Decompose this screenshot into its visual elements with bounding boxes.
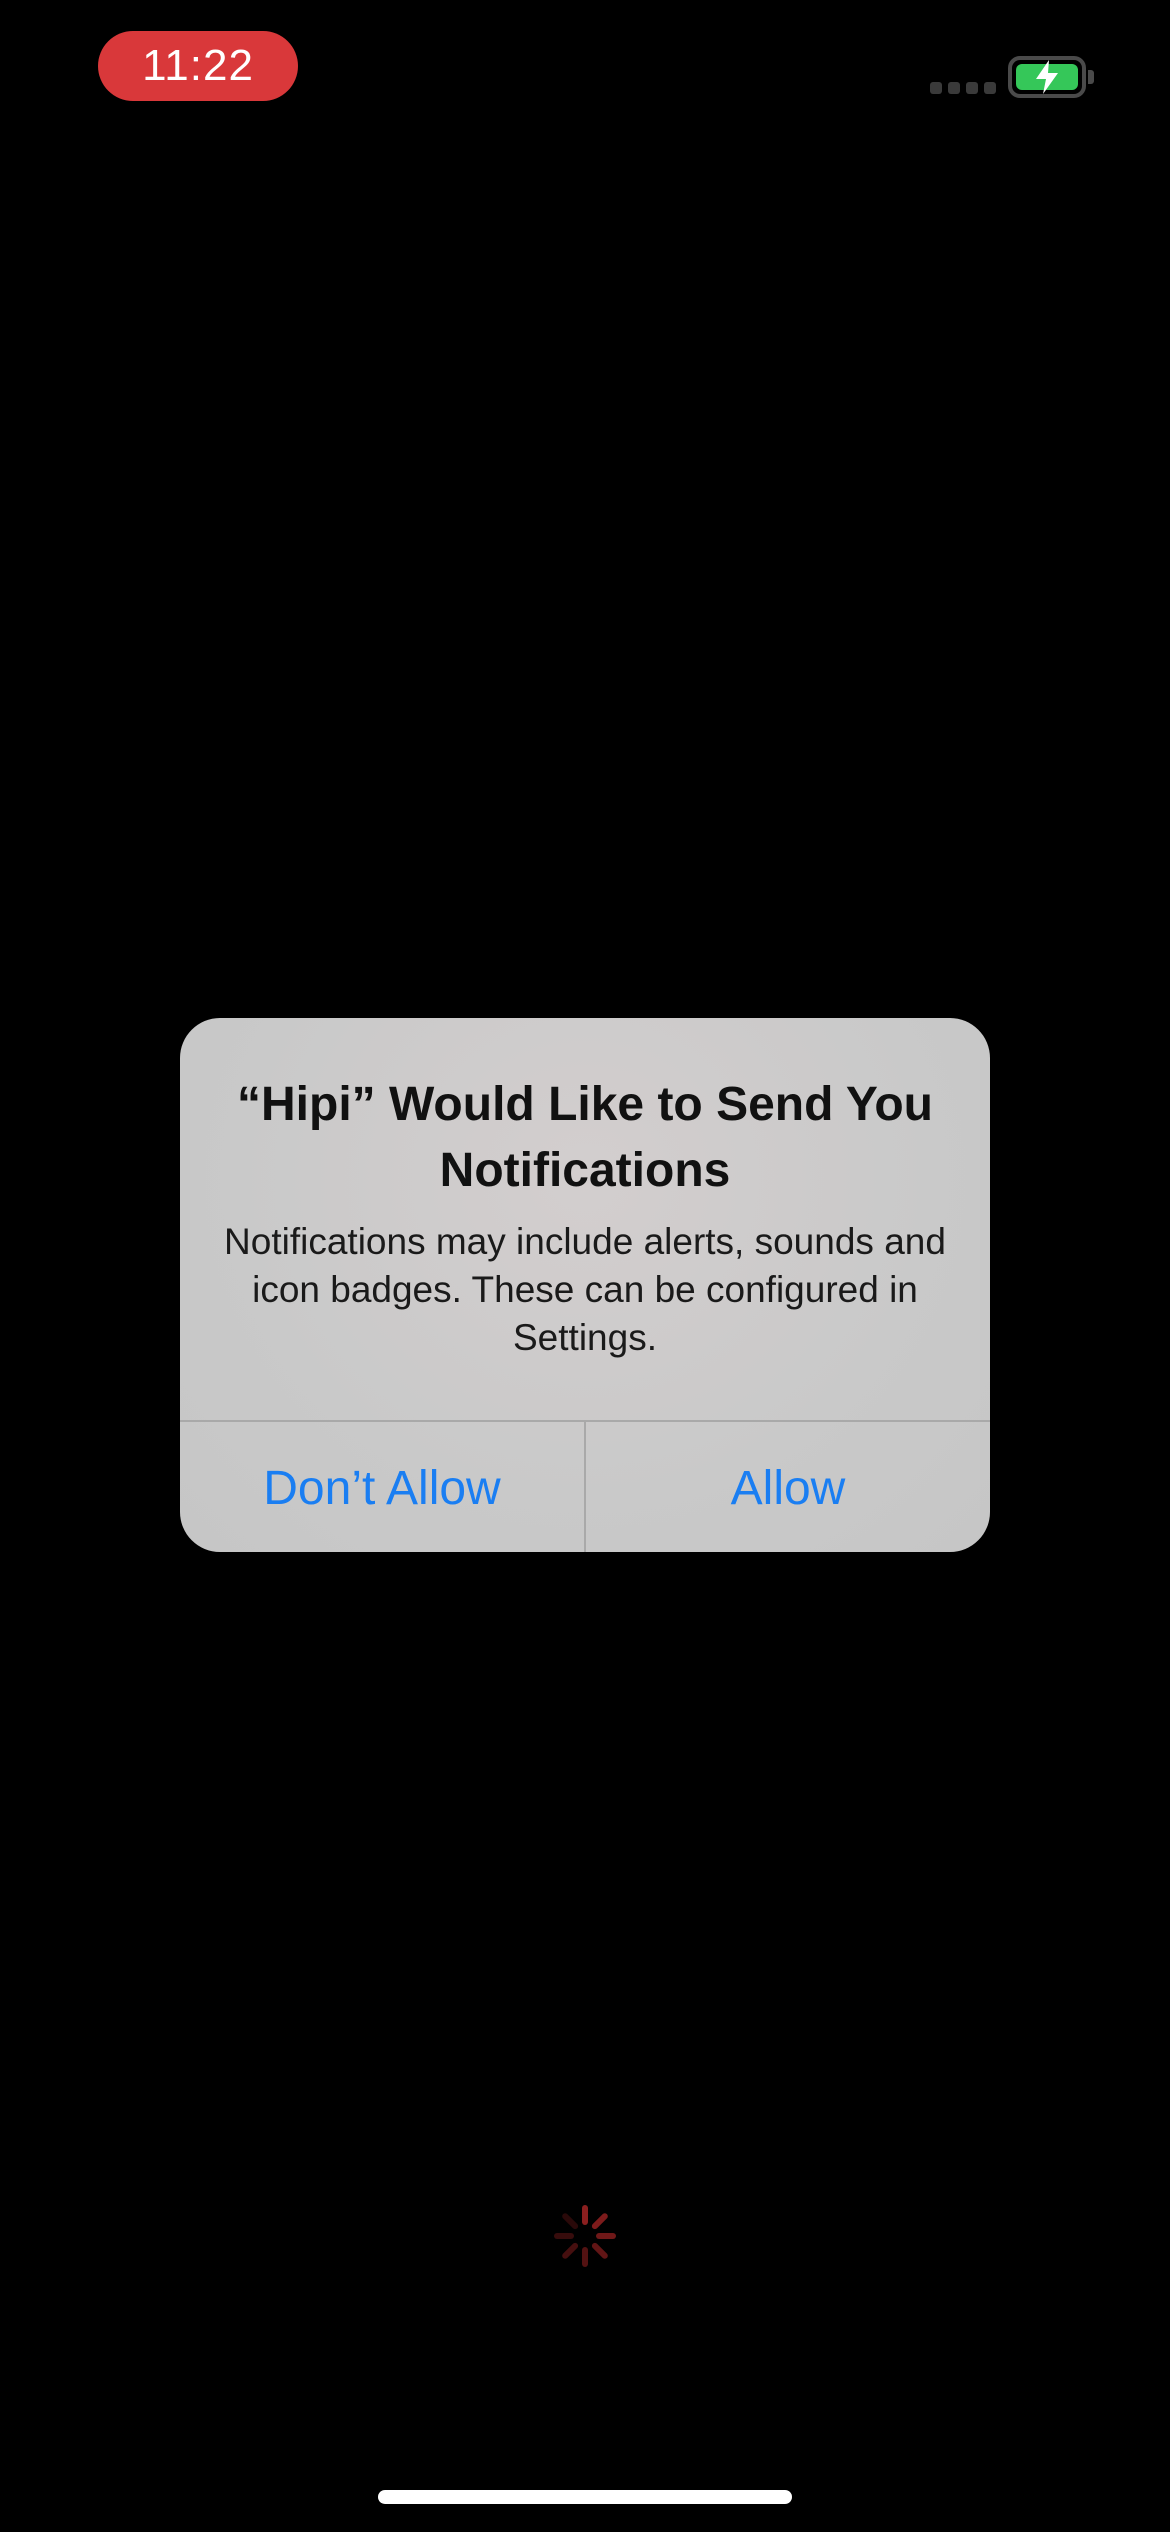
alert-message: Notifications may include alerts, sounds… bbox=[224, 1221, 946, 1358]
bolt-icon bbox=[1036, 60, 1058, 94]
signal-dots-icon bbox=[930, 82, 996, 94]
battery-charging-icon bbox=[1008, 56, 1086, 98]
allow-button[interactable]: Allow bbox=[584, 1422, 990, 1552]
alert-title: “Hipi” Would Like to Send You Notificati… bbox=[237, 1078, 933, 1197]
status-time: 11:22 bbox=[142, 41, 254, 90]
alert-button-row: Don’t Allow Allow bbox=[180, 1420, 990, 1552]
home-indicator[interactable] bbox=[378, 2490, 792, 2504]
battery-nub bbox=[1088, 70, 1094, 84]
spinner-icon bbox=[554, 2205, 616, 2267]
status-time-pill: 11:22 bbox=[98, 31, 298, 101]
notification-permission-alert: “Hipi” Would Like to Send You Notificati… bbox=[180, 1018, 990, 1552]
alert-body: “Hipi” Would Like to Send You Notificati… bbox=[180, 1018, 990, 1362]
dont-allow-button[interactable]: Don’t Allow bbox=[180, 1422, 584, 1552]
